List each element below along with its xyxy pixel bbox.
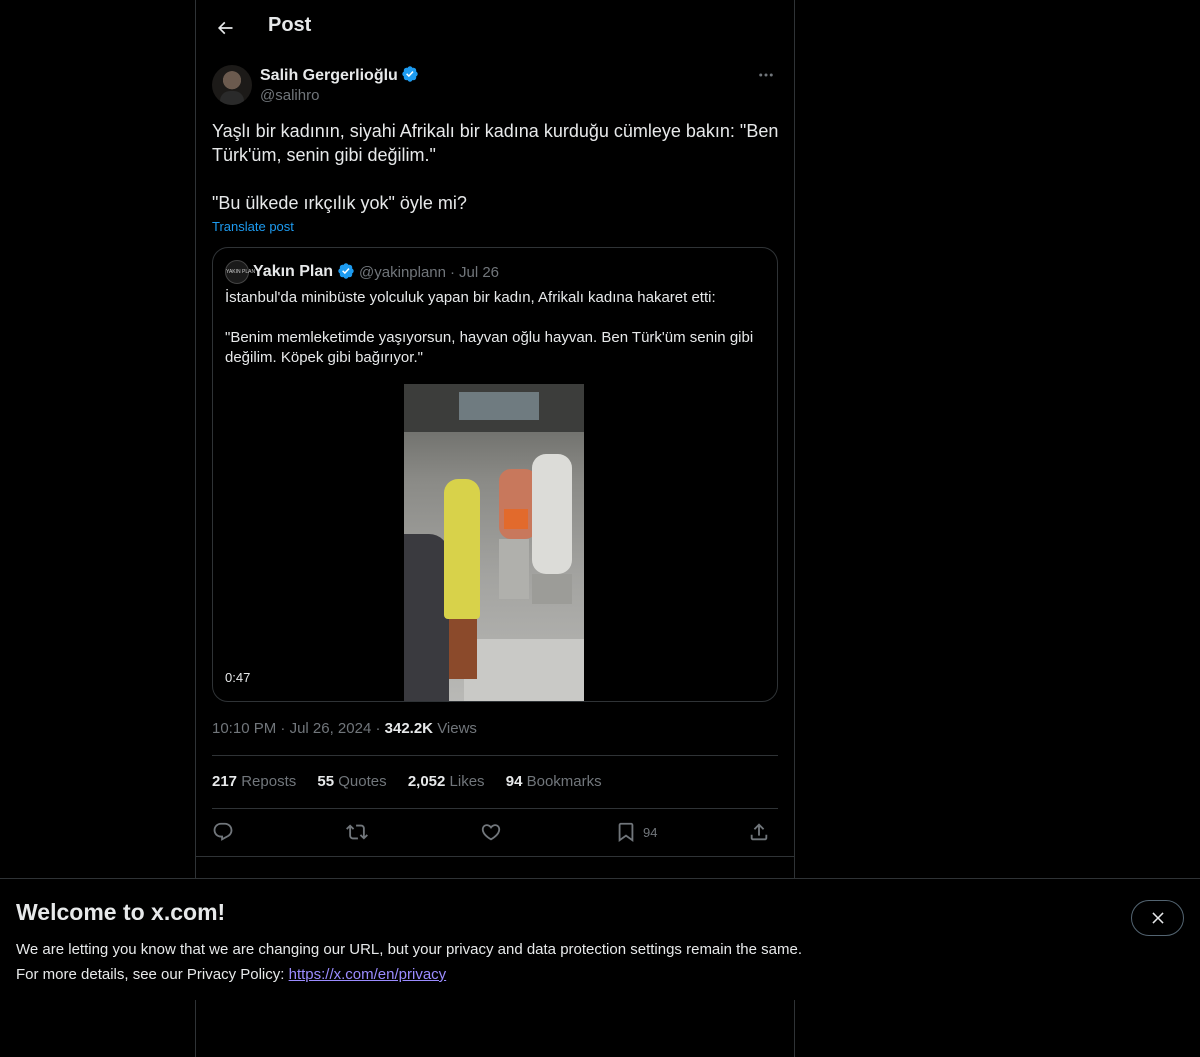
- author-name-text: Salih Gergerlioğlu: [260, 67, 398, 84]
- video-frame-window: [459, 392, 539, 420]
- bookmark-button[interactable]: 94: [615, 820, 657, 844]
- share-button[interactable]: [748, 820, 770, 844]
- video-frame-figure: [499, 539, 529, 599]
- back-arrow-icon: [217, 21, 233, 35]
- dot-separator: ·: [375, 720, 385, 737]
- likes-label: Likes: [449, 773, 485, 790]
- reply-button[interactable]: [212, 820, 234, 844]
- video-frame-figure: [532, 574, 572, 604]
- page-title: Post: [268, 14, 312, 36]
- bookmark-count: 94: [643, 824, 658, 840]
- dot-separator: ·: [450, 263, 455, 281]
- quoted-author-handle[interactable]: @yakinplann: [359, 264, 446, 281]
- post-date[interactable]: Jul 26, 2024: [290, 720, 372, 737]
- video-frame-figure: [404, 534, 449, 701]
- views-count: 342.2K: [384, 720, 434, 737]
- translate-post-link[interactable]: Translate post: [212, 219, 294, 234]
- quoted-avatar[interactable]: YAKIN PLAN: [225, 260, 255, 284]
- privacy-policy-link[interactable]: https://x.com/en/privacy: [289, 966, 447, 983]
- post-time[interactable]: 10:10 PM: [212, 720, 276, 737]
- dot-separator: ·: [280, 720, 290, 737]
- close-icon: [1151, 912, 1164, 924]
- author-handle[interactable]: @salihro: [260, 87, 319, 104]
- quoted-post[interactable]: YAKIN PLANYakın Plan @yakinplann · Jul 26 …: [212, 247, 778, 702]
- bookmarks-label: Bookmarks: [526, 773, 602, 790]
- quotes-count: 55: [317, 773, 335, 790]
- banner-body: We are letting you know that we are chan…: [16, 937, 916, 987]
- video-player[interactable]: [404, 384, 584, 701]
- author-name[interactable]: Salih Gergerlioğlu: [260, 65, 419, 85]
- banner-text: We are letting you know that we are chan…: [16, 941, 802, 958]
- bookmarks-count: 94: [505, 773, 523, 790]
- verified-badge-icon: [338, 263, 354, 279]
- bookmarks-stat[interactable]: 94 Bookmarks: [506, 773, 602, 790]
- banner-text-prefix: For more details, see our Privacy Policy…: [16, 966, 285, 983]
- video-frame-figure: [532, 454, 572, 574]
- quoted-post-text: İstanbul'da minibüste yolculuk yapan bir…: [225, 288, 765, 388]
- quoted-post-header: YAKIN PLANYakın Plan @yakinplann · Jul 26: [225, 260, 499, 284]
- quoted-text-paragraph: "Benim memleketimde yaşıyorsun, hayvan o…: [225, 329, 754, 366]
- views-label: Views: [437, 720, 477, 737]
- more-button[interactable]: [754, 65, 778, 85]
- post-text: Yaşlı bir kadının, siyahi Afrikalı bir k…: [212, 119, 782, 239]
- video-frame-figure: [449, 619, 477, 679]
- post-author: Salih Gergerlioğlu @salihro: [212, 65, 778, 107]
- close-banner-button[interactable]: [1131, 900, 1184, 936]
- banner-text-line2: For more details, see our Privacy Policy…: [16, 962, 916, 987]
- quoted-text-paragraph: İstanbul'da minibüste yolculuk yapan bir…: [225, 289, 716, 306]
- share-icon: [750, 823, 768, 841]
- reposts-label: Reposts: [241, 773, 297, 790]
- avatar[interactable]: [212, 65, 252, 105]
- likes-count: 2,052: [407, 773, 446, 790]
- post-text-paragraph: Yaşlı bir kadının, siyahi Afrikalı bir k…: [212, 121, 779, 165]
- verified-badge-icon: [402, 66, 418, 82]
- more-icon: [759, 73, 773, 77]
- video-frame-figure: [444, 479, 480, 619]
- reply-icon: [213, 822, 233, 841]
- post-timestamp: 10:10 PM · Jul 26, 2024 · 342.2K Views: [212, 720, 477, 737]
- quoted-post-date[interactable]: Jul 26: [459, 264, 499, 281]
- quotes-stat[interactable]: 55 Quotes: [317, 773, 386, 790]
- quotes-label: Quotes: [338, 773, 387, 790]
- post-text-paragraph: "Bu ülkede ırkçılık yok" öyle mi?: [212, 193, 467, 213]
- banner-title: Welcome to x.com!: [16, 899, 226, 925]
- video-frame-floor: [464, 639, 584, 701]
- divider: [212, 755, 778, 756]
- back-button[interactable]: [208, 11, 242, 45]
- action-bar: 94: [212, 820, 778, 844]
- reposts-count: 217: [212, 773, 238, 790]
- quoted-author-name[interactable]: Yakın Plan: [253, 263, 333, 280]
- welcome-banner: Welcome to x.com! We are letting you kno…: [0, 878, 1200, 1000]
- video-frame-bag: [504, 509, 528, 529]
- repost-button[interactable]: [346, 820, 368, 844]
- post-stats: 217 Reposts 55 Quotes 2,052 Likes 94 Boo…: [212, 773, 619, 790]
- like-icon: [481, 824, 501, 841]
- reposts-stat[interactable]: 217 Reposts: [212, 773, 296, 790]
- divider: [196, 856, 794, 857]
- like-button[interactable]: [480, 820, 502, 844]
- bookmark-icon: [618, 822, 634, 843]
- header: Post: [196, 0, 794, 56]
- video-duration: 0:47: [225, 670, 251, 685]
- repost-icon: [346, 824, 368, 840]
- likes-stat[interactable]: 2,052 Likes: [408, 773, 485, 790]
- divider: [212, 808, 778, 809]
